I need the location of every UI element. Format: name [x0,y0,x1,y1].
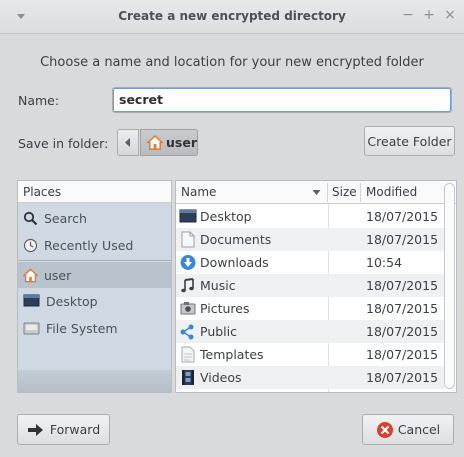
save-in-folder-label: Save in folder: [18,136,109,151]
file-row[interactable]: Videos 18/07/2015 [176,366,444,389]
documents-folder-icon [181,231,195,248]
places-item-search[interactable]: Search [18,205,171,231]
path-back-button[interactable] [117,129,139,156]
file-name: Documents [200,232,272,247]
file-name: Desktop [200,209,252,224]
music-folder-icon [181,278,194,293]
file-row[interactable]: Music 18/07/2015 [176,274,444,297]
desktop-folder-icon [179,209,197,223]
name-label: Name: [18,93,60,108]
file-modified: 18/07/2015 [366,370,439,385]
arrow-right-icon [27,423,43,436]
maximize-button[interactable]: + [422,8,436,22]
templates-folder-icon [181,346,195,363]
places-item-file-system[interactable]: File System [18,315,171,341]
column-divider [360,183,361,202]
file-modified: 18/07/2015 [366,278,439,293]
cancel-icon [376,421,393,438]
places-sidebar: Places Search Recently Used user Desktop [17,180,172,393]
column-header-name[interactable]: Name [181,185,216,199]
places-header: Places [18,181,171,203]
places-item-desktop[interactable]: Desktop [18,288,171,314]
file-name: Templates [200,347,264,362]
file-modified: 10:54 [366,255,403,270]
file-name: Music [200,278,236,293]
file-row[interactable]: Desktop 18/07/2015 [176,205,444,228]
desktop-icon [23,294,40,306]
clock-icon [23,238,38,252]
file-list-scrollbar[interactable] [444,183,455,389]
create-folder-button[interactable]: Create Folder [364,126,455,156]
cancel-label: Cancel [397,422,441,437]
file-modified: 18/07/2015 [366,209,439,224]
places-footer [18,370,171,392]
cancel-button[interactable]: Cancel [362,414,454,445]
title-bar: Create a new encrypted directory − + × [0,0,464,34]
column-header-size[interactable]: Size [332,185,357,199]
places-item-label: Recently Used [44,237,134,253]
forward-label: Forward [49,422,101,437]
path-button-user[interactable]: user [140,129,198,156]
places-item-label: File System [46,320,118,336]
column-header-modified[interactable]: Modified [366,185,417,199]
file-row[interactable]: Pictures 18/07/2015 [176,297,444,320]
name-input[interactable]: secret [112,87,452,113]
videos-folder-icon [182,370,194,385]
sort-descending-icon [312,190,321,195]
places-separator [18,260,171,261]
drive-icon [23,322,40,334]
window-title: Create a new encrypted directory [118,9,346,23]
file-row[interactable]: Public 18/07/2015 [176,320,444,343]
pictures-folder-icon [180,302,196,315]
file-list-header: Name Size Modified [176,181,456,204]
places-item-label: Desktop [46,293,98,309]
file-name: Downloads [200,255,269,270]
places-item-user[interactable]: user [18,262,171,288]
file-name: Public [200,324,237,339]
file-row[interactable]: Documents 18/07/2015 [176,228,444,251]
file-modified: 18/07/2015 [366,324,439,339]
file-row[interactable]: Templates 18/07/2015 [176,343,444,366]
file-list: Name Size Modified Desktop 18/07/2015 Do… [175,180,457,393]
close-button[interactable]: × [443,8,457,22]
file-modified: 18/07/2015 [366,232,439,247]
home-icon [147,134,164,150]
instruction-text: Choose a name and location for your new … [40,55,424,70]
downloads-folder-icon [180,255,196,270]
search-icon [23,211,38,225]
path-button-label: user [166,135,197,150]
public-folder-icon [180,324,194,340]
minimize-button[interactable]: − [401,8,415,22]
forward-button[interactable]: Forward [17,414,110,445]
places-item-recently-used[interactable]: Recently Used [18,232,171,258]
places-item-label: user [44,267,72,283]
file-row[interactable]: Downloads 10:54 [176,251,444,274]
file-modified: 18/07/2015 [366,301,439,316]
places-item-label: Search [44,210,87,226]
file-modified: 18/07/2015 [366,347,439,362]
column-divider [327,183,328,202]
file-name: Videos [200,370,242,385]
home-icon [23,267,38,282]
file-name: Pictures [200,301,250,316]
chevron-left-icon [125,138,130,147]
